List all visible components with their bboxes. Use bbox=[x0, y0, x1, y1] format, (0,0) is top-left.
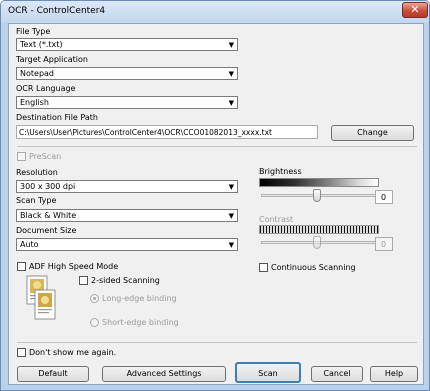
continuous-scanning-checkbox[interactable] bbox=[259, 263, 268, 272]
change-button-label: Change bbox=[357, 128, 388, 137]
ocr-language-value: English bbox=[20, 98, 49, 107]
adf-high-speed-label: ADF High Speed Mode bbox=[29, 262, 119, 271]
resolution-value: 300 x 300 dpi bbox=[20, 182, 76, 191]
ocr-language-label: OCR Language bbox=[16, 84, 76, 93]
radio-selected-dot bbox=[93, 297, 96, 300]
adf-high-speed-checkbox[interactable] bbox=[17, 262, 26, 271]
target-app-value: Notepad bbox=[20, 69, 54, 78]
advanced-settings-button[interactable]: Advanced Settings bbox=[102, 366, 226, 382]
file-type-value: Text (*.txt) bbox=[20, 40, 63, 49]
contrast-value: 0 bbox=[381, 240, 387, 249]
contrast-slider-thumb[interactable] bbox=[313, 236, 321, 249]
brightness-slider-thumb[interactable] bbox=[313, 189, 321, 202]
contrast-value-field[interactable]: 0 bbox=[375, 237, 393, 251]
file-type-label: File Type bbox=[16, 27, 51, 36]
scan-button[interactable]: Scan bbox=[235, 362, 301, 383]
chevron-down-icon: ▼ bbox=[228, 212, 234, 220]
document-size-select[interactable]: Auto ▼ bbox=[16, 238, 238, 251]
prescan-checkbox[interactable] bbox=[17, 152, 26, 161]
two-sided-scanning-label: 2-sided Scanning bbox=[91, 276, 160, 285]
scan-type-select[interactable]: Black & White ▼ bbox=[16, 209, 238, 222]
scan-type-value: Black & White bbox=[20, 211, 77, 220]
resolution-label: Resolution bbox=[16, 168, 58, 177]
separator bbox=[17, 146, 417, 147]
short-edge-radio[interactable] bbox=[90, 318, 99, 327]
chevron-down-icon: ▼ bbox=[228, 99, 234, 107]
destination-label: Destination File Path bbox=[16, 113, 98, 122]
chevron-down-icon: ▼ bbox=[228, 183, 234, 191]
ocr-dialog-window: OCR - ControlCenter4 ✕ File Type Text (*… bbox=[0, 0, 430, 391]
destination-path-value: C:\Users\User\Pictures\ControlCenter4\OC… bbox=[19, 128, 272, 137]
long-edge-radio[interactable] bbox=[90, 294, 99, 303]
ocr-language-select[interactable]: English ▼ bbox=[16, 96, 238, 109]
default-button-label: Default bbox=[38, 369, 68, 378]
brightness-value: 0 bbox=[381, 193, 387, 202]
advanced-settings-label: Advanced Settings bbox=[126, 369, 202, 378]
cancel-button[interactable]: Cancel bbox=[311, 366, 363, 382]
prescan-label: PreScan bbox=[29, 152, 62, 161]
resolution-select[interactable]: 300 x 300 dpi ▼ bbox=[16, 180, 238, 193]
default-button[interactable]: Default bbox=[17, 366, 89, 382]
scan-type-label: Scan Type bbox=[16, 196, 57, 205]
change-button[interactable]: Change bbox=[331, 125, 414, 141]
long-edge-label: Long-edge binding bbox=[102, 294, 177, 303]
chevron-down-icon: ▼ bbox=[228, 41, 234, 49]
target-app-label: Target Application bbox=[16, 55, 88, 64]
scan-button-label: Scan bbox=[258, 369, 278, 378]
brightness-label: Brightness bbox=[259, 167, 302, 176]
dont-show-label: Don't show me again. bbox=[29, 348, 117, 357]
two-sided-document-icon bbox=[26, 275, 56, 321]
contrast-pattern bbox=[259, 225, 379, 234]
help-button-label: Help bbox=[384, 369, 404, 378]
close-button[interactable]: ✕ bbox=[402, 2, 428, 18]
chevron-down-icon: ▼ bbox=[228, 241, 234, 249]
two-sided-scanning-checkbox[interactable] bbox=[79, 276, 88, 285]
target-app-select[interactable]: Notepad ▼ bbox=[16, 67, 238, 80]
brightness-gradient bbox=[259, 178, 379, 187]
help-button[interactable]: Help bbox=[370, 366, 418, 382]
close-icon: ✕ bbox=[410, 3, 420, 16]
dialog-body: File Type Text (*.txt) ▼ Target Applicat… bbox=[8, 23, 424, 385]
dont-show-checkbox[interactable] bbox=[17, 348, 26, 357]
document-size-value: Auto bbox=[20, 240, 39, 249]
continuous-scanning-label: Continuous Scanning bbox=[271, 263, 356, 272]
contrast-label: Contrast bbox=[259, 215, 294, 224]
window-title: OCR - ControlCenter4 bbox=[8, 6, 106, 16]
brightness-value-field[interactable]: 0 bbox=[375, 190, 393, 204]
short-edge-label: Short-edge binding bbox=[102, 318, 179, 327]
destination-path-field: C:\Users\User\Pictures\ControlCenter4\OC… bbox=[16, 125, 318, 139]
separator bbox=[17, 342, 417, 343]
cancel-button-label: Cancel bbox=[323, 369, 351, 378]
document-size-label: Document Size bbox=[16, 226, 77, 235]
title-bar[interactable]: OCR - ControlCenter4 ✕ bbox=[1, 1, 429, 23]
chevron-down-icon: ▼ bbox=[228, 70, 234, 78]
file-type-select[interactable]: Text (*.txt) ▼ bbox=[16, 38, 238, 51]
